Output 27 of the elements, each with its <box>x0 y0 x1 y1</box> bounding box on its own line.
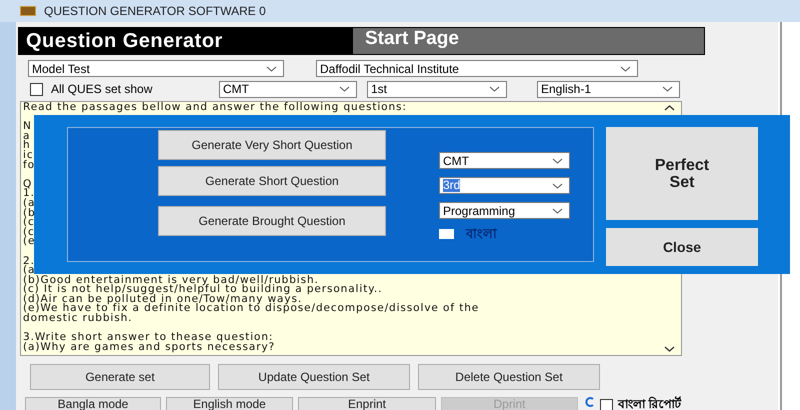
passage-line: fo <box>23 160 35 170</box>
passage-line: 3.Write short answer to thease question: <box>23 333 274 343</box>
passage-line: Q <box>23 180 32 190</box>
window-title: QUESTION GENERATOR SOFTWARE 0 <box>44 3 266 20</box>
passage-line: (b <box>23 208 36 218</box>
app-heading: Question Generator <box>25 29 224 54</box>
passage-line: (a)Why are games and sports necessary? <box>23 342 276 352</box>
passage-line: (c) It is not help/suggest/helpful to building a personality.. <box>23 285 382 295</box>
passage-line: (a <box>23 198 36 209</box>
checkbox-label: All QUES set show <box>51 81 154 98</box>
passage-line: 1. <box>23 189 35 199</box>
passage-line: ic <box>23 150 34 161</box>
report-label: বাংলা রিপোর্ট <box>618 397 682 410</box>
passage-line: N <box>23 122 32 132</box>
bangla-label: বাংলা <box>466 228 497 240</box>
passage-line: (a <box>23 266 36 276</box>
passage-line: 2. <box>23 256 35 266</box>
passage-line: (e <box>23 237 36 247</box>
passage-line: domestic rubbish. <box>23 314 132 324</box>
passage-line: Read the passages bellow and answer the following questions: <box>23 103 407 113</box>
passage-line: (b)Good entertainment is very bad/well/rubbish. <box>23 276 319 286</box>
passage-line: h <box>23 141 31 151</box>
passage-line: (c <box>23 228 35 238</box>
passage-line: (d)Air can be polluted in one/Tow/many ways. <box>23 294 302 304</box>
passage-line: (c <box>23 218 35 228</box>
passage-line: a <box>23 132 30 142</box>
passage-line: (e)We have to fix a definite location to dispose/decompose/dissolve of the <box>23 304 480 314</box>
